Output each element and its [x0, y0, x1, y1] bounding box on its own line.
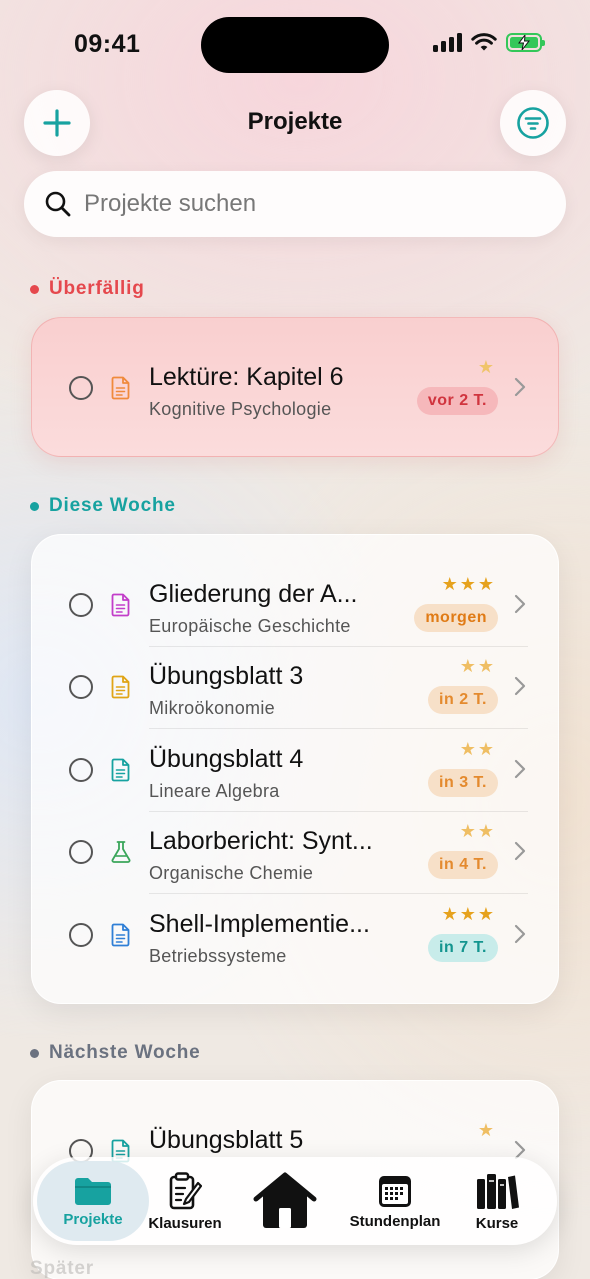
chevron-right-icon — [514, 841, 526, 861]
search-icon — [45, 191, 71, 217]
project-row[interactable]: Übungsblatt 3 Mikroökonomie ★★ in 2 T. — [32, 646, 560, 728]
document-icon — [111, 675, 130, 699]
project-row[interactable]: Lektüre: Kapitel 6 Kognitive Psychologie… — [32, 347, 560, 429]
section-header-later: Später — [30, 1258, 94, 1279]
chevron-right-icon — [514, 594, 526, 614]
tab-label: Stundenplan — [349, 1212, 441, 1230]
tab-label: Kurse — [475, 1214, 519, 1232]
document-icon — [111, 923, 130, 947]
section-header-overdue: Überfällig — [30, 278, 145, 300]
project-title: Übungsblatt 4 — [149, 745, 304, 773]
tab-kurse[interactable]: Kurse — [457, 1157, 537, 1245]
filter-button[interactable] — [500, 90, 566, 156]
section-label: Nächste Woche — [49, 1042, 201, 1063]
exam-icon — [169, 1171, 202, 1209]
priority-stars: ★★ — [459, 739, 496, 759]
tab-label: Klausuren — [148, 1214, 222, 1232]
project-course: Europäische Geschichte — [149, 616, 351, 636]
project-title: Übungsblatt 3 — [149, 662, 304, 690]
this-week-dot — [30, 501, 39, 511]
chevron-right-icon — [514, 676, 526, 696]
due-badge: in 3 T. — [428, 769, 498, 797]
project-course: Betriebssysteme — [149, 946, 287, 966]
priority-stars: ★★★ — [441, 904, 496, 924]
chevron-right-icon — [514, 924, 526, 944]
project-row[interactable]: Laborbericht: Synt... Organische Chemie … — [32, 811, 560, 893]
due-badge: morgen — [414, 604, 498, 632]
complete-checkbox[interactable] — [69, 923, 93, 947]
priority-stars: ★ — [477, 357, 496, 377]
project-title: Laborbericht: Synt... — [149, 827, 373, 855]
project-title: Gliederung der A... — [149, 580, 358, 608]
status-icons — [433, 32, 545, 52]
section-label: Überfällig — [49, 278, 145, 299]
status-time: 09:41 — [74, 30, 141, 58]
due-badge: in 2 T. — [428, 686, 498, 714]
folder-icon — [75, 1177, 111, 1205]
due-badge: in 7 T. — [428, 934, 498, 962]
tab-bar: Projekte Klausuren Stundenplan Kurse — [33, 1157, 557, 1245]
books-icon — [477, 1173, 519, 1209]
section-header-this-week: Diese Woche — [30, 495, 176, 517]
this-week-card: Gliederung der A... Europäische Geschich… — [31, 534, 559, 1004]
complete-checkbox[interactable] — [69, 675, 93, 699]
tab-home[interactable] — [245, 1157, 325, 1245]
battery-icon — [506, 32, 545, 52]
chevron-right-icon — [514, 759, 526, 779]
calendar-icon — [379, 1175, 411, 1207]
project-title: Übungsblatt 5 — [149, 1126, 304, 1154]
project-course: Kognitive Psychologie — [149, 399, 332, 419]
project-course: Lineare Algebra — [149, 781, 280, 801]
section-header-next-week: Nächste Woche — [30, 1042, 201, 1064]
priority-stars: ★★ — [459, 656, 496, 676]
search-bar[interactable] — [24, 171, 566, 237]
home-icon — [253, 1172, 317, 1228]
tab-projekte[interactable]: Projekte — [37, 1161, 149, 1241]
tab-label: Projekte — [63, 1210, 123, 1228]
project-course: Organische Chemie — [149, 863, 314, 883]
complete-checkbox[interactable] — [69, 758, 93, 782]
document-icon — [111, 593, 130, 617]
status-bar: 09:41 — [0, 0, 590, 90]
chevron-right-icon — [514, 377, 526, 397]
priority-stars: ★★ — [459, 821, 496, 841]
priority-stars: ★ — [477, 1120, 496, 1140]
complete-checkbox[interactable] — [69, 593, 93, 617]
project-row[interactable]: Gliederung der A... Europäische Geschich… — [32, 564, 560, 646]
dynamic-island — [201, 17, 389, 73]
flask-icon — [111, 841, 131, 863]
section-label: Diese Woche — [49, 495, 176, 516]
wifi-icon — [471, 33, 497, 51]
project-course: Mikroökonomie — [149, 698, 275, 718]
complete-checkbox[interactable] — [69, 840, 93, 864]
overdue-card: Lektüre: Kapitel 6 Kognitive Psychologie… — [31, 317, 559, 457]
due-badge: in 4 T. — [428, 851, 498, 879]
project-title: Shell-Implementie... — [149, 910, 370, 938]
tab-klausuren[interactable]: Klausuren — [145, 1157, 225, 1245]
filter-icon — [517, 107, 549, 139]
priority-stars: ★★★ — [441, 574, 496, 594]
next-week-dot — [30, 1048, 39, 1058]
search-input[interactable] — [84, 190, 524, 218]
tab-stundenplan[interactable]: Stundenplan — [343, 1157, 447, 1245]
overdue-dot — [30, 284, 39, 294]
document-icon — [111, 758, 130, 782]
signal-icon — [433, 32, 462, 52]
project-title: Lektüre: Kapitel 6 — [149, 363, 344, 391]
complete-checkbox[interactable] — [69, 376, 93, 400]
project-row[interactable]: Shell-Implementie... Betriebssysteme ★★★… — [32, 894, 560, 976]
project-row[interactable]: Übungsblatt 4 Lineare Algebra ★★ in 3 T. — [32, 729, 560, 811]
document-icon — [111, 376, 130, 400]
due-badge: vor 2 T. — [416, 387, 498, 415]
